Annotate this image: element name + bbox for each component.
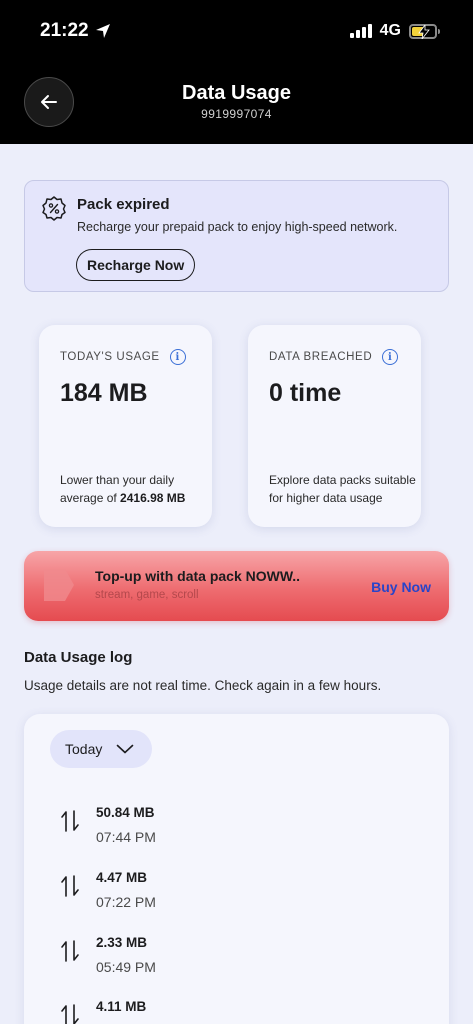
chevron-down-icon <box>117 744 134 754</box>
usage-log-title: Data Usage log <box>24 649 133 666</box>
app-header: 21:22 4G Data Usage 9919997074 <box>0 0 473 144</box>
date-filter-value: Today <box>65 741 103 757</box>
topup-subtitle: stream, game, scroll <box>95 589 199 601</box>
page-title: Data Usage <box>182 82 291 104</box>
status-indicators: 4G <box>349 22 440 40</box>
usage-log-card: Today 50.84 MB 07:44 PM 4.47 MB 07:22 PM… <box>24 714 449 1024</box>
todays-usage-label-row: TODAY'S USAGE i <box>60 349 186 365</box>
cellular-signal-icon <box>349 24 372 38</box>
location-arrow-icon <box>95 24 110 38</box>
data-transfer-icon <box>61 810 79 832</box>
data-breached-note: Explore data packs suitable for higher d… <box>269 473 416 505</box>
date-filter-dropdown[interactable]: Today <box>50 730 152 768</box>
pack-expired-title: Pack expired <box>77 196 170 213</box>
log-time: 07:44 PM <box>96 829 156 845</box>
topup-title: Top-up with data pack NOWW.. <box>95 568 301 584</box>
data-breached-card: DATA BREACHED i 0 time Explore data pack… <box>248 325 421 527</box>
pack-expired-card: Pack expired Recharge your prepaid pack … <box>24 180 449 292</box>
topup-banner[interactable]: Top-up with data pack NOWW.. stream, gam… <box>24 551 449 621</box>
todays-usage-value: 184 MB <box>60 379 148 407</box>
log-amount: 4.11 MB <box>96 999 147 1014</box>
daily-average-value: 2416.98 MB <box>120 491 186 505</box>
tag-icon <box>44 569 74 601</box>
status-time-text: 21:22 <box>40 20 89 41</box>
log-amount: 50.84 MB <box>96 805 155 820</box>
todays-usage-card: TODAY'S USAGE i 184 MB Lower than your d… <box>39 325 212 527</box>
data-transfer-icon <box>61 940 79 962</box>
info-icon[interactable]: i <box>382 349 399 365</box>
status-time: 21:22 <box>40 20 111 42</box>
phone-number: 9919997074 <box>201 107 272 121</box>
buy-now-link[interactable]: Buy Now <box>371 579 431 595</box>
data-transfer-icon <box>61 1004 79 1024</box>
battery-charging-icon <box>409 23 440 39</box>
data-transfer-icon <box>61 875 79 897</box>
info-icon[interactable]: i <box>169 349 186 365</box>
network-type: 4G <box>379 22 401 39</box>
discount-badge-icon <box>42 196 66 221</box>
data-breached-label: DATA BREACHED <box>269 351 373 363</box>
log-amount: 2.33 MB <box>96 935 148 950</box>
data-breached-label-row: DATA BREACHED i <box>269 349 399 365</box>
log-time: 07:22 PM <box>96 894 156 910</box>
log-amount: 4.47 MB <box>96 870 148 885</box>
todays-usage-label: TODAY'S USAGE <box>60 351 160 363</box>
pack-expired-description: Recharge your prepaid pack to enjoy high… <box>77 220 398 234</box>
log-time: 05:49 PM <box>96 959 156 975</box>
todays-usage-note: Lower than your daily average of 2416.98… <box>60 471 208 507</box>
recharge-now-button[interactable]: Recharge Now <box>76 249 196 281</box>
data-breached-value: 0 time <box>269 379 342 407</box>
usage-log-description: Usage details are not real time. Check a… <box>24 678 382 693</box>
